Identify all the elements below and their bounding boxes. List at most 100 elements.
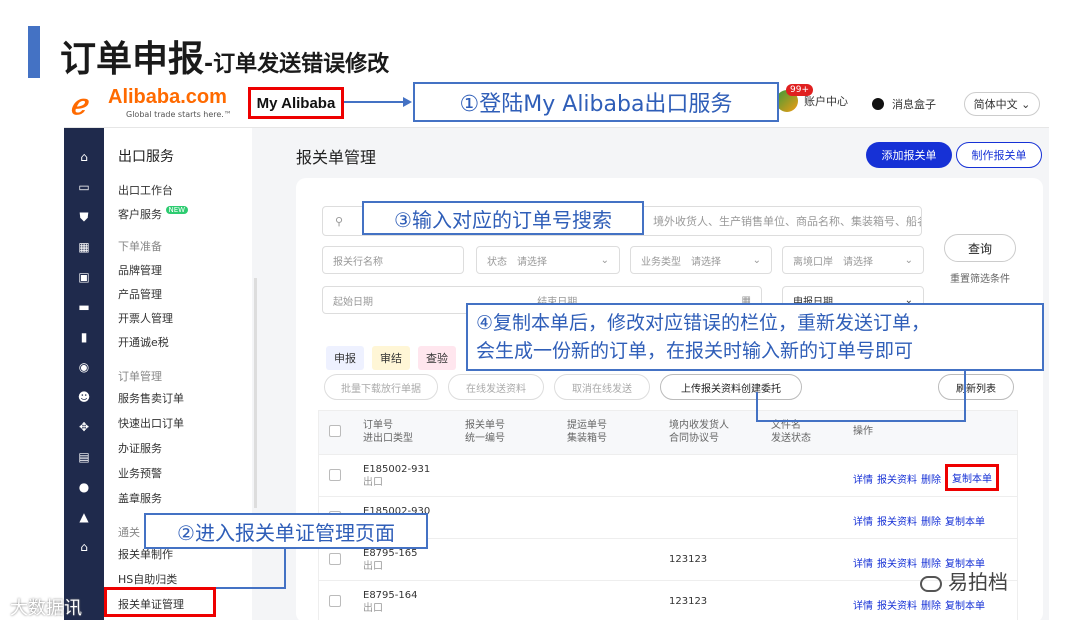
line-step4-up — [756, 392, 758, 422]
copy-order-link[interactable]: 复制本单 — [945, 513, 985, 528]
account-center[interactable]: 99+ 账户中心 — [776, 84, 848, 112]
order-number: E185002-931 — [363, 464, 431, 475]
table-header: 订单号 进出口类型 报关单号 统一编号 提运单号 集装箱号 境内收发货人 合同协… — [319, 411, 1017, 455]
sidebar-item-etax[interactable]: 开通诚e税 — [118, 334, 169, 350]
arrow-step1 — [344, 101, 408, 103]
docs-link[interactable]: 报关资料 — [877, 597, 917, 612]
shield-icon[interactable]: ⛊ — [76, 210, 92, 224]
line-step4 — [964, 371, 966, 421]
sidebar-group-customs: 通关 — [118, 526, 140, 539]
message-box-label: 消息盒子 — [892, 98, 936, 111]
row-checkbox[interactable] — [329, 553, 341, 565]
logo-tagline: Global trade starts here.™ — [126, 110, 232, 119]
grid-icon[interactable]: ▦ — [76, 240, 92, 254]
chevron-down-icon: ⌄ — [752, 254, 761, 266]
detail-link[interactable]: 详情 — [853, 471, 873, 491]
row-checkbox[interactable] — [329, 595, 341, 607]
tab-declare[interactable]: 申报 — [326, 346, 364, 370]
sidebar-item-brand[interactable]: 品牌管理 — [118, 262, 162, 278]
refresh-list-button[interactable]: 刷新列表 — [938, 374, 1014, 400]
reset-filters-link[interactable]: 重置筛选条件 — [950, 270, 1010, 285]
sidebar-item-certificates[interactable]: 办证服务 — [118, 440, 162, 456]
alibaba-logo[interactable]: ℯ Alibaba.com Global trade starts here.™ — [70, 86, 240, 122]
document-icon[interactable]: ▤ — [76, 450, 92, 464]
order-number: E8795-164 — [363, 590, 418, 601]
message-box[interactable]: 消息盒子 — [872, 96, 936, 112]
box-icon[interactable]: ▭ — [76, 180, 92, 194]
query-button[interactable]: 查询 — [944, 234, 1016, 262]
my-alibaba-link[interactable]: My Alibaba — [248, 87, 344, 119]
add-declaration-button[interactable]: 添加报关单 — [866, 142, 952, 168]
biz-type-label: 业务类型 请选择 — [641, 256, 721, 268]
port-label: 离境口岸 请选择 — [793, 256, 873, 268]
sidebar-item-label: 客户服务 — [118, 208, 162, 221]
col-consignee: 境内收发货人 合同协议号 — [669, 420, 729, 444]
status-select[interactable]: 状态 请选择 ⌄ — [476, 246, 620, 274]
docs-link[interactable]: 报关资料 — [877, 471, 917, 491]
copy-order-link[interactable]: 复制本单 — [945, 464, 999, 491]
account-center-label: 账户中心 — [804, 95, 848, 108]
home-icon[interactable]: ⌂ — [76, 150, 92, 164]
trade-type: 出口 — [363, 603, 383, 614]
page-title: 报关单管理 — [296, 148, 377, 167]
arrows-icon[interactable]: ✥ — [76, 420, 92, 434]
copy-order-link[interactable]: 复制本单 — [945, 597, 985, 612]
logo-text: Alibaba.com — [108, 86, 227, 108]
chat-icon[interactable]: ▬ — [76, 300, 92, 314]
slide: 订单申报-订单发送错误修改 ℯ Alibaba.com Global trade… — [0, 0, 1080, 625]
icon-rail: ⌂ ▭ ⛊ ▦ ▣ ▬ ▮ ◉ ☻ ✥ ▤ ● ▲ ⌂ — [64, 128, 104, 620]
ship-icon[interactable]: ▲ — [76, 510, 92, 524]
globe-icon[interactable]: ● — [76, 480, 92, 494]
upload-create-button[interactable]: 上传报关资料创建委托 — [660, 374, 802, 400]
docs-link[interactable]: 报关资料 — [877, 513, 917, 528]
online-send-button[interactable]: 在线发送资料 — [448, 374, 544, 400]
location-icon[interactable]: ◉ — [76, 360, 92, 374]
tab-inspect[interactable]: 查验 — [418, 346, 456, 370]
declarer-placeholder: 报关行名称 — [333, 256, 383, 268]
docs-link[interactable]: 报关资料 — [877, 555, 917, 570]
delete-link[interactable]: 删除 — [921, 513, 941, 528]
line-step2-h — [216, 587, 286, 589]
title-accent-bar — [28, 26, 40, 78]
highlight-declaration-mgmt — [104, 587, 216, 617]
sidebar-item-customer-service[interactable]: 客户服务 NEW — [118, 206, 189, 222]
contract-number: 123123 — [669, 554, 708, 565]
sidebar-item-alerts[interactable]: 业务预警 — [118, 465, 162, 481]
tab-concluded[interactable]: 审结 — [372, 346, 410, 370]
start-date-placeholder: 起始日期 — [333, 296, 373, 308]
batch-download-button[interactable]: 批量下载放行单据 — [324, 374, 438, 400]
sidebar-item-service-orders[interactable]: 服务售卖订单 — [118, 390, 184, 406]
callout-step4: ④复制本单后，修改对应错误的栏位，重新发送订单， 会生成一份新的订单，在报关时输… — [466, 303, 1044, 371]
chart-icon[interactable]: ▮ — [76, 330, 92, 344]
bank-icon[interactable]: ⌂ — [76, 540, 92, 554]
make-declaration-button[interactable]: 制作报关单 — [956, 142, 1042, 168]
detail-link[interactable]: 详情 — [853, 513, 873, 528]
users-icon[interactable]: ☻ — [76, 390, 92, 404]
avatar-icon: 99+ — [776, 84, 813, 112]
sidebar-item-workbench[interactable]: 出口工作台 — [118, 182, 173, 198]
sidebar-item-quick-export[interactable]: 快速出口订单 — [118, 415, 184, 431]
slide-subtitle: -订单发送错误修改 — [204, 52, 390, 77]
sidebar-item-product[interactable]: 产品管理 — [118, 286, 162, 302]
delete-link[interactable]: 删除 — [921, 471, 941, 491]
language-select[interactable]: 简体中文 ⌄ — [964, 92, 1040, 116]
callout-step4-line2: 会生成一份新的订单，在报关时输入新的订单号即可 — [476, 340, 914, 362]
truck-icon[interactable]: ▣ — [76, 270, 92, 284]
row-checkbox[interactable] — [329, 469, 341, 481]
trade-type: 出口 — [363, 477, 383, 488]
new-badge: NEW — [165, 206, 189, 214]
declarer-input[interactable]: 报关行名称 — [322, 246, 464, 274]
delete-link[interactable]: 删除 — [921, 597, 941, 612]
detail-link[interactable]: 详情 — [853, 597, 873, 612]
cancel-send-button[interactable]: 取消在线发送 — [554, 374, 650, 400]
sidebar-item-invoicer[interactable]: 开票人管理 — [118, 310, 173, 326]
watermark-right: 易拍档 — [920, 566, 1008, 595]
chevron-down-icon: ⌄ — [904, 254, 913, 266]
chevron-down-icon: ⌄ — [600, 254, 609, 266]
sidebar-item-hs[interactable]: HS自助归类 — [118, 571, 177, 587]
sidebar-item-stamp[interactable]: 盖章服务 — [118, 490, 162, 506]
biz-type-select[interactable]: 业务类型 请选择 ⌄ — [630, 246, 772, 274]
detail-link[interactable]: 详情 — [853, 555, 873, 570]
select-all-checkbox[interactable] — [329, 425, 341, 437]
port-select[interactable]: 离境口岸 请选择 ⌄ — [782, 246, 924, 274]
